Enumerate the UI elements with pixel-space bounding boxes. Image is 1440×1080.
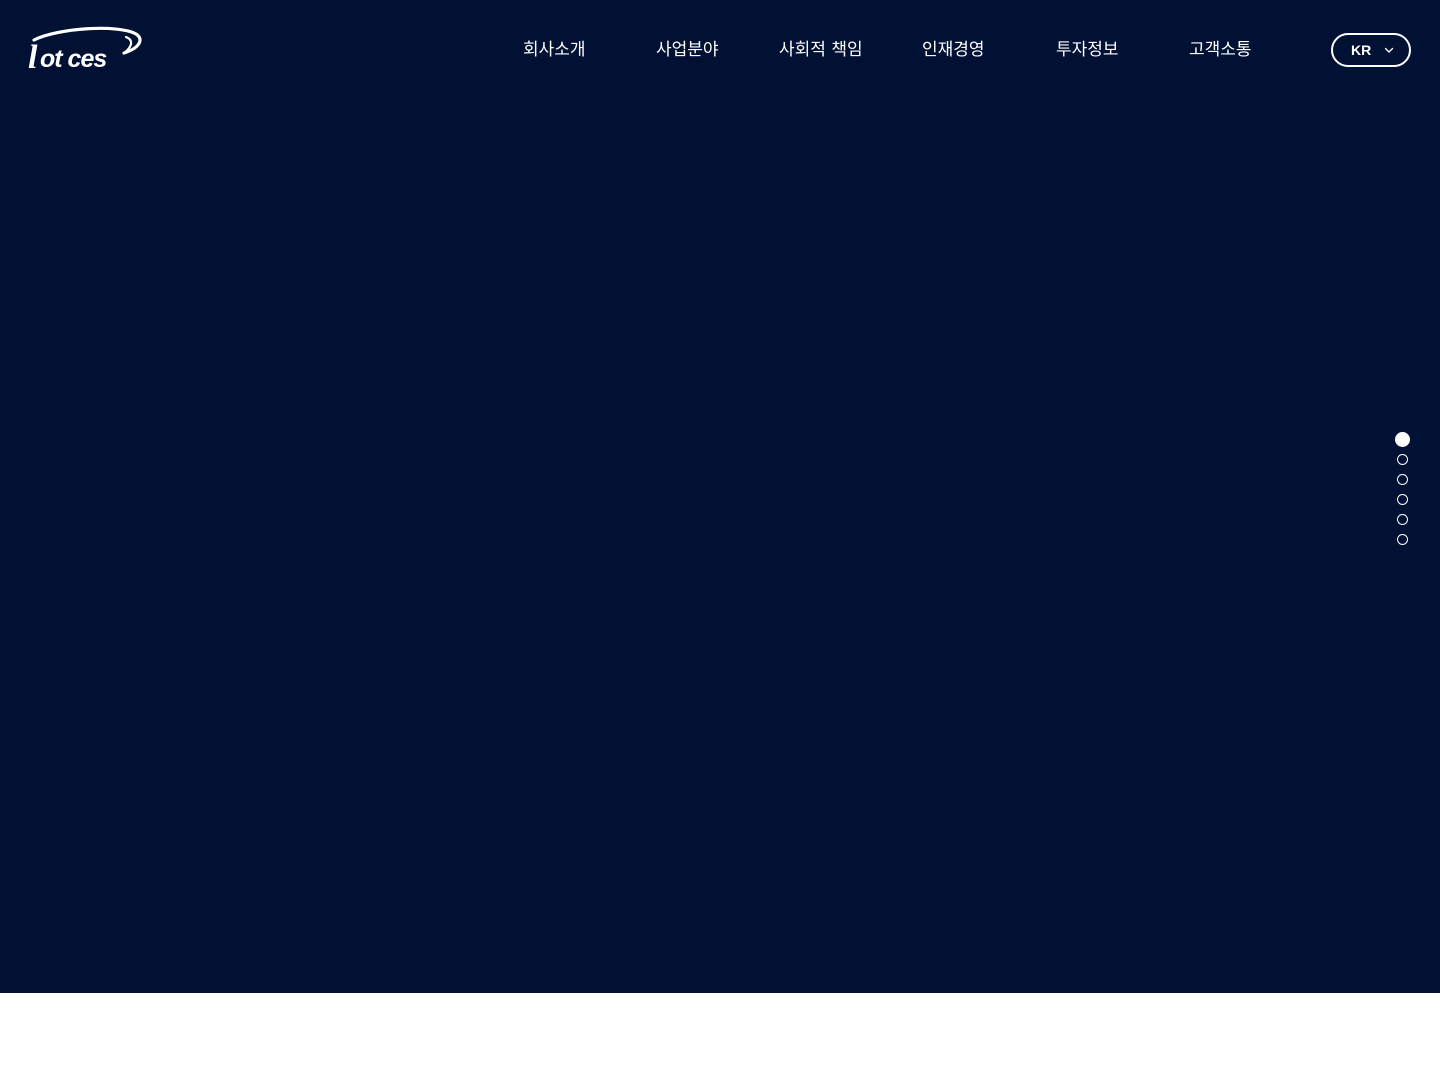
- company-logo[interactable]: l ot ces: [28, 26, 144, 74]
- chevron-down-icon: [1384, 47, 1394, 53]
- nav-item-business[interactable]: 사업분야: [656, 36, 719, 64]
- nav-item-customer-support[interactable]: 고객소통: [1189, 36, 1252, 64]
- language-label: KR: [1351, 42, 1372, 58]
- lotces-logo-icon: l ot ces: [28, 26, 142, 74]
- site-header: l ot ces 회사소개 사업분야 사회적 책임 인재경영 투자정보 고객소통…: [0, 0, 1440, 100]
- pager-dot-6[interactable]: [1397, 534, 1408, 545]
- pager-dot-2[interactable]: [1397, 454, 1408, 465]
- hero-section: [0, 0, 1440, 993]
- pager-dot-1[interactable]: [1395, 432, 1410, 447]
- nav-item-company[interactable]: 회사소개: [523, 36, 586, 64]
- nav-item-investors[interactable]: 투자정보: [1056, 36, 1119, 64]
- nav-item-careers[interactable]: 인재경영: [922, 36, 985, 64]
- nav-item-social-responsibility[interactable]: 사회적 책임: [779, 36, 863, 64]
- pager-dot-4[interactable]: [1397, 494, 1408, 505]
- language-selector[interactable]: KR: [1331, 33, 1411, 67]
- svg-text:ot ces: ot ces: [40, 45, 107, 73]
- pager-dot-3[interactable]: [1397, 474, 1408, 485]
- svg-text:l: l: [28, 39, 38, 74]
- pager-dot-5[interactable]: [1397, 514, 1408, 525]
